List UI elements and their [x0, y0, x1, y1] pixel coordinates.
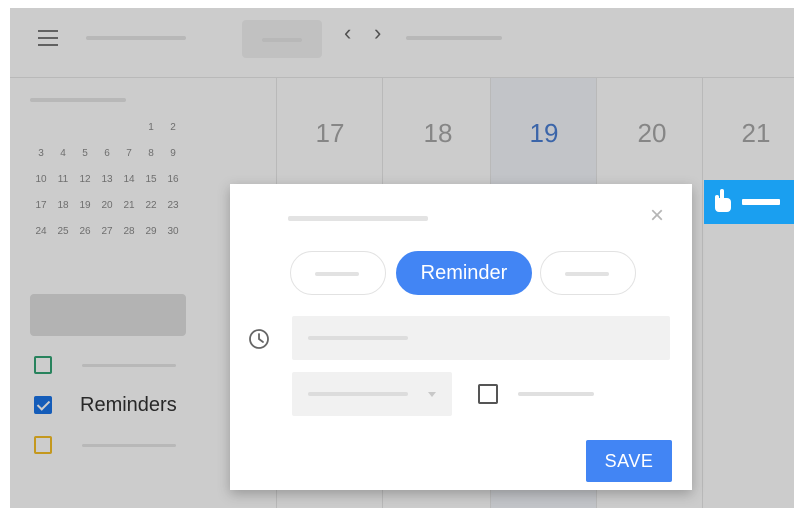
drag-indicator[interactable]	[704, 180, 794, 224]
repeat-select[interactable]	[292, 372, 452, 416]
tab-reminder[interactable]: Reminder	[396, 251, 532, 295]
hand-pointer-icon	[715, 189, 731, 212]
all-day-checkbox[interactable]	[478, 384, 498, 404]
tab-label-placeholder	[315, 272, 359, 276]
repeat-placeholder	[308, 392, 408, 396]
tab-task[interactable]	[540, 251, 636, 295]
tab-reminder-label: Reminder	[420, 261, 508, 284]
tab-label-placeholder	[565, 272, 609, 276]
clock-icon	[249, 329, 269, 349]
title-placeholder[interactable]	[288, 216, 428, 221]
all-day-label-placeholder	[518, 392, 594, 396]
date-time-field[interactable]	[292, 316, 670, 360]
save-button[interactable]: SAVE	[586, 440, 672, 482]
tab-event[interactable]	[290, 251, 386, 295]
date-placeholder	[308, 336, 408, 340]
close-icon[interactable]: ×	[650, 204, 664, 228]
drag-line	[742, 199, 780, 205]
calendar-app: ‹ › 1 2 3 4 5 6 7 8 9 10 11 12 13 14 15 16 17 18 19 20 21 22 2…	[10, 8, 794, 508]
chevron-down-icon	[428, 392, 436, 397]
create-event-dialog: × Reminder SAVE	[230, 184, 692, 490]
